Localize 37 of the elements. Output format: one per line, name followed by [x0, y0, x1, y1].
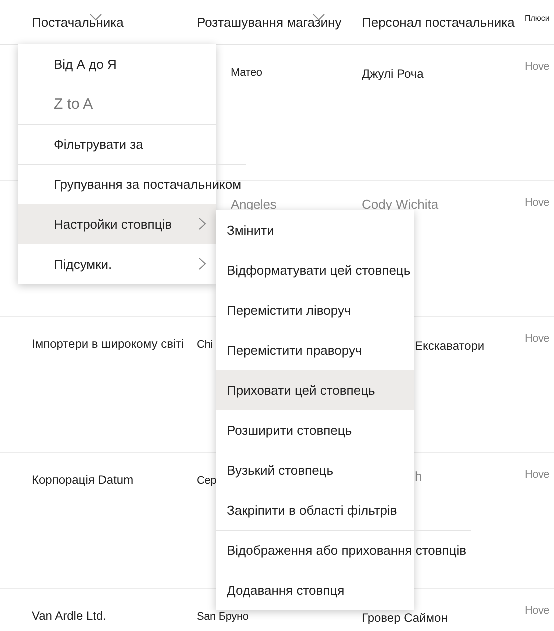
table-cell: Гровер Саймон [362, 611, 448, 625]
table-cell: Джулі Роча [362, 67, 424, 81]
column-header[interactable]: Плюси [525, 0, 554, 23]
table-cell: Chi [197, 339, 213, 351]
menu-item[interactable]: Настройки стовпців [18, 204, 216, 244]
chevron-right-icon [199, 258, 206, 270]
menu-item[interactable]: Відображення або приховання стовпців [216, 530, 471, 570]
menu-item[interactable]: Закріпити в області фільтрів [216, 490, 414, 530]
menu-item[interactable]: Змінити [216, 210, 414, 250]
menu-item[interactable]: Перемістити ліворуч [216, 290, 414, 330]
table-cell: Матео [231, 67, 262, 79]
menu-item[interactable]: Приховати цей стовпець [216, 370, 414, 410]
menu-item[interactable]: Відформатувати цей стовпець [216, 250, 415, 290]
column-header[interactable]: Розташування магазину [197, 0, 362, 44]
menu-item[interactable]: Підсумки. [18, 244, 216, 284]
table-cell: Корпорація Datum [32, 473, 134, 487]
table-cell: Екскаватори [415, 339, 485, 353]
column-header[interactable]: Постачальника [0, 0, 197, 44]
table-cell: Hove [525, 333, 550, 345]
chevron-right-icon [199, 218, 206, 230]
menu-item[interactable]: Додавання стовпця [216, 570, 414, 610]
menu-item[interactable]: Від А до Я [18, 44, 216, 84]
table-cell: h [415, 469, 422, 484]
column-header[interactable]: Персонал постачальника [362, 0, 525, 44]
table-cell: Hove [525, 469, 550, 481]
table-cell: Hove [525, 61, 550, 73]
menu-item[interactable]: Вузький стовпець [216, 450, 414, 490]
menu-item[interactable]: Розширити стовпець [216, 410, 414, 450]
table-cell: Hove [525, 605, 550, 617]
table-cell: San Бруно [197, 611, 249, 623]
table-cell: Cody Wichita [362, 197, 439, 212]
table-cell: Імпортери в широкому світі [32, 337, 184, 351]
menu-item[interactable]: Перемістити праворуч [216, 330, 414, 370]
table-cell: Van Ardle Ltd. [32, 609, 106, 623]
table-cell: Hove [525, 197, 550, 209]
table-cell: Сер [197, 475, 217, 487]
menu-item[interactable]: Фільтрувати за [18, 124, 216, 164]
